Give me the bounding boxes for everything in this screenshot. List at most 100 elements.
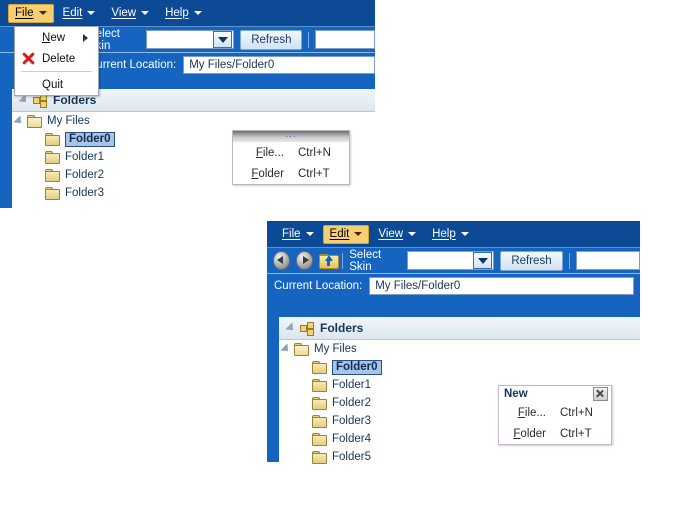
menu-help-label: Help <box>165 6 189 19</box>
folder-icon <box>312 433 327 446</box>
folders-panel-header: Folders <box>279 317 640 340</box>
menu-edit-label: Edit <box>62 6 83 19</box>
menu-help[interactable]: Help <box>425 225 476 244</box>
skin-combobox[interactable] <box>145 30 235 49</box>
folder-icon <box>45 133 60 146</box>
menu-file-label: File <box>282 227 301 240</box>
menu-item-quit-label: Quit <box>42 78 64 91</box>
chevron-down-icon <box>193 10 202 15</box>
current-location-label: Current Location: <box>88 58 177 71</box>
menu-item-new[interactable]: New <box>15 27 98 48</box>
toolbar: Select Skin Refresh <box>267 247 640 273</box>
folder-icon <box>45 187 60 200</box>
red-x-icon <box>21 51 36 66</box>
palette-item-folder[interactable]: Folder Ctrl+T <box>499 423 611 444</box>
disclosure-triangle-icon[interactable] <box>18 94 30 106</box>
blank-icon <box>21 77 36 92</box>
location-bar: Current Location: My Files/Folder0 <box>267 273 640 297</box>
palette-title: New <box>504 388 528 400</box>
tree-item-label: Folder2 <box>65 169 104 181</box>
palette-item-file[interactable]: File... Ctrl+N <box>233 142 349 163</box>
new-palette-floating[interactable]: ··· File... Ctrl+N Folder Ctrl+T <box>232 130 350 185</box>
content-top-gap <box>267 297 640 317</box>
chevron-down-icon[interactable] <box>473 252 493 269</box>
toolbar-separator <box>568 252 570 269</box>
tree-item[interactable]: Folder0 <box>279 358 640 376</box>
menu-help[interactable]: Help <box>158 4 209 23</box>
menu-item-delete[interactable]: Delete <box>15 48 98 69</box>
menu-item-delete-label: Delete <box>42 52 76 65</box>
current-location-label: Current Location: <box>274 279 363 292</box>
tree-item[interactable]: My Files <box>12 112 375 130</box>
palette-item-folder-label: Folder <box>513 427 546 440</box>
toolbar-separator <box>342 252 344 269</box>
palette-title-bar[interactable]: New <box>499 386 611 402</box>
up-folder-icon[interactable] <box>319 253 340 269</box>
chevron-down-icon <box>38 10 47 15</box>
menu-item-quit[interactable]: Quit <box>15 74 98 95</box>
tree-item-label: My Files <box>47 115 90 127</box>
toolbar-separator <box>308 31 310 48</box>
disclosure-triangle-icon[interactable] <box>280 343 292 355</box>
current-location-value[interactable]: My Files/Folder0 <box>369 276 634 295</box>
current-location-value[interactable]: My Files/Folder0 <box>183 55 375 74</box>
palette-item-folder[interactable]: Folder Ctrl+T <box>233 163 349 184</box>
menu-edit-label: Edit <box>329 227 350 240</box>
disclosure-triangle-icon[interactable] <box>13 115 25 127</box>
palette-item-folder-shortcut: Ctrl+T <box>560 427 592 440</box>
chevron-down-icon[interactable] <box>213 31 233 48</box>
content-left-margin <box>267 317 279 462</box>
folders-panel-title: Folders <box>320 321 364 335</box>
tree-item-label: Folder0 <box>65 131 115 147</box>
tree-item[interactable]: Folder3 <box>12 184 375 202</box>
search-input[interactable] <box>575 251 640 270</box>
menu-bar: File Edit View Help <box>267 221 640 247</box>
menu-file[interactable]: File <box>8 3 54 23</box>
file-manager-window-2: File Edit View Help Select Skin Refresh <box>267 221 640 466</box>
back-arrow-icon[interactable] <box>273 251 291 270</box>
folder-icon <box>45 169 60 182</box>
content-left-margin <box>0 89 12 208</box>
menu-view-label: View <box>378 227 404 240</box>
palette-item-file-shortcut: Ctrl+N <box>298 146 331 159</box>
forward-arrow-icon[interactable] <box>296 251 314 270</box>
tree-item-label: Folder3 <box>332 415 371 427</box>
palette-item-folder-label: Folder <box>251 167 284 180</box>
palette-item-file-shortcut: Ctrl+N <box>560 406 593 419</box>
search-input[interactable] <box>315 30 375 49</box>
submenu-arrow-icon <box>83 33 88 42</box>
chevron-down-icon <box>87 10 96 15</box>
menu-edit[interactable]: Edit <box>56 4 103 23</box>
folder-icon <box>312 415 327 428</box>
menu-item-new-label: New <box>42 31 66 44</box>
file-manager-window-1: File Edit View Help Select Skin Refresh … <box>0 0 375 208</box>
blank-icon <box>21 30 36 45</box>
tree-icon <box>300 321 314 336</box>
refresh-button[interactable]: Refresh <box>500 250 563 271</box>
folder-icon <box>27 115 42 128</box>
select-skin-label: Select Skin <box>349 248 382 273</box>
menu-file[interactable]: File <box>275 225 321 244</box>
tree-item-label: Folder4 <box>332 433 371 445</box>
disclosure-triangle-icon[interactable] <box>285 322 297 334</box>
tree-item[interactable]: Folder5 <box>279 448 640 466</box>
tree-item-label: Folder1 <box>65 151 104 163</box>
palette-item-file-label: File... <box>255 146 284 159</box>
menu-separator <box>21 71 92 72</box>
palette-item-file[interactable]: File... Ctrl+N <box>499 402 611 423</box>
menu-edit[interactable]: Edit <box>322 224 370 244</box>
folder-icon <box>312 451 327 464</box>
skin-combobox[interactable] <box>406 251 495 270</box>
new-palette-dialog[interactable]: New File... Ctrl+N Folder Ctrl+T <box>498 385 612 445</box>
menu-view[interactable]: View <box>104 4 156 23</box>
drag-grip-handle[interactable]: ··· <box>233 131 349 142</box>
tree-item[interactable]: My Files <box>279 340 640 358</box>
chevron-down-icon <box>305 231 314 236</box>
menu-view-label: View <box>111 6 137 19</box>
file-menu-dropdown[interactable]: New Delete Quit <box>14 26 99 96</box>
refresh-button[interactable]: Refresh <box>240 29 303 50</box>
close-icon[interactable] <box>593 387 608 401</box>
tree-item-label: Folder2 <box>332 397 371 409</box>
menu-view[interactable]: View <box>371 225 423 244</box>
tree-item-label: Folder5 <box>332 451 371 463</box>
